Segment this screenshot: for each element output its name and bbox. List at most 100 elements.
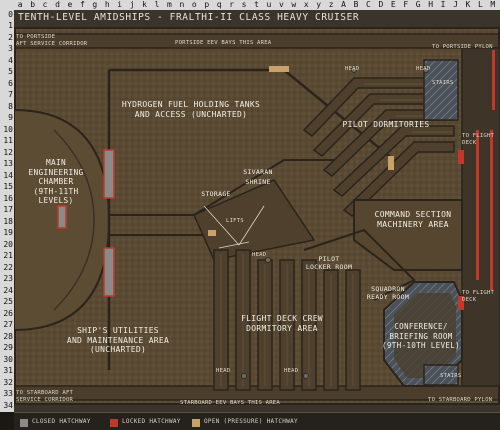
grid-row-label: 27 bbox=[3, 320, 13, 330]
grid-row-label: 3 bbox=[8, 44, 13, 54]
grid-column-label: b bbox=[30, 0, 36, 9]
grid-column-label: w bbox=[291, 0, 297, 9]
grid-column-label: J bbox=[453, 0, 458, 9]
grid-row-label: 7 bbox=[8, 90, 13, 100]
grid-row-label: 10 bbox=[3, 124, 13, 134]
grid-row-label: 0 bbox=[8, 10, 13, 19]
grid-column-label: L bbox=[477, 0, 483, 9]
grid-column-label: j bbox=[129, 0, 135, 9]
grid-row-label: 30 bbox=[3, 354, 13, 364]
grid-row-label: 1 bbox=[8, 21, 13, 31]
grid-column-header: abcdefghijklmnopqrstuvwxyzABCDEFGHIJKLMN… bbox=[14, 0, 500, 10]
room-ships-utilities: SHIP'S UTILITIES AND MAINTENANCE AREA (U… bbox=[66, 326, 170, 354]
grid-row-numbers: 0 1 2 3 4 5 6 7 8 9 10 11 12 13 14 15 16 17 18 19 20 21 22 23 24… bbox=[0, 10, 14, 412]
grid-row-label: 17 bbox=[3, 205, 13, 215]
grid-row-label: 8 bbox=[8, 101, 13, 111]
grid-column-label: G bbox=[415, 0, 421, 9]
label-to-flight-deck-1: TO FLIGHT DECK bbox=[462, 133, 495, 146]
grid-column-label: I bbox=[440, 0, 446, 9]
grid-column-label: n bbox=[179, 0, 185, 9]
grid-column-label: a bbox=[17, 0, 23, 9]
grid-column-label: e bbox=[67, 0, 73, 9]
grid-row-label: 26 bbox=[3, 308, 13, 318]
grid-row-label: 9 bbox=[8, 113, 13, 123]
hatch-legend: CLOSED HATCHWAY LOCKED HATCHWAY OPEN (PR… bbox=[14, 412, 500, 430]
label-head-5: HEAD bbox=[284, 368, 299, 374]
grid-row-label: 16 bbox=[3, 193, 13, 203]
grid-column-label: m bbox=[167, 0, 172, 9]
grid-column-label: c bbox=[42, 0, 48, 9]
label-stairs-1: STAIRS bbox=[432, 80, 454, 86]
grid-row-label: 11 bbox=[3, 136, 13, 146]
label-to-starboard-pylon: TO STARBOARD PYLON bbox=[428, 397, 493, 403]
room-pilot-locker: PILOT LOCKER ROOM bbox=[305, 255, 353, 271]
legend-open-swatch bbox=[192, 419, 200, 427]
label-lifts: LIFTS bbox=[226, 218, 244, 224]
grid-row-label: 34 bbox=[3, 400, 13, 410]
grid-column-label: o bbox=[191, 0, 197, 9]
grid-column-label: r bbox=[229, 0, 235, 9]
label-to-portside-pylon: TO PORTSIDE PYLON bbox=[432, 44, 493, 50]
label-stairs-2: STAIRS bbox=[440, 373, 462, 379]
legend-closed-label: CLOSED HATCHWAY bbox=[32, 418, 91, 425]
grid-row-label: 12 bbox=[3, 147, 13, 157]
grid-row-label: 23 bbox=[3, 274, 13, 284]
grid-row-label: 22 bbox=[3, 262, 13, 272]
label-to-starboard-aft: TO STARBOARD AFT SERVICE CORRIDOR bbox=[16, 390, 74, 403]
grid-column-label: t bbox=[254, 0, 259, 9]
grid-row-label: 6 bbox=[8, 78, 13, 88]
grid-row-label: 13 bbox=[3, 159, 13, 169]
grid-column-label: q bbox=[216, 0, 222, 9]
grid-column-label: k bbox=[142, 0, 147, 9]
grid-row-label: 25 bbox=[3, 297, 13, 307]
grid-row-label: 32 bbox=[3, 377, 13, 387]
grid-row-label: 2 bbox=[8, 32, 13, 42]
grid-column-label: z bbox=[328, 0, 334, 9]
label-head-2: HEAD bbox=[416, 66, 431, 72]
grid-column-label: H bbox=[428, 0, 434, 9]
grid-column-label: D bbox=[378, 0, 384, 9]
room-sivaran-shrine: SIVARAN SHRINE bbox=[243, 168, 273, 186]
room-flight-crew-dorm: FLIGHT DECK CREW DORMITORY AREA bbox=[241, 314, 323, 333]
label-to-flight-deck-2: TO FLIGHT DECK bbox=[462, 290, 495, 303]
label-portside-eev: PORTSIDE EEV BAYS THIS AREA bbox=[175, 40, 272, 46]
legend-locked-swatch bbox=[110, 419, 118, 427]
grid-column-label: h bbox=[104, 0, 110, 9]
grid-column-label: A bbox=[341, 0, 346, 9]
room-conference: CONFERENCE/ BRIEFING ROOM (9TH-10TH LEVE… bbox=[382, 322, 460, 350]
grid-column-label: B bbox=[353, 0, 359, 9]
room-squadron-ready: SQUADRON READY ROOM bbox=[366, 285, 410, 301]
label-to-portside-aft: TO PORTSIDE AFT SERVICE CORRIDOR bbox=[16, 34, 88, 47]
legend-open-label: OPEN (PRESSURE) HATCHWAY bbox=[204, 418, 298, 425]
grid-column-label: l bbox=[154, 0, 160, 9]
grid-column-label: f bbox=[79, 0, 85, 9]
grid-column-label: d bbox=[55, 0, 60, 9]
grid-column-label: u bbox=[266, 0, 272, 9]
grid-row-label: 31 bbox=[3, 366, 13, 376]
label-head-4: HEAD bbox=[216, 368, 231, 374]
grid-column-label: p bbox=[204, 0, 210, 9]
grid-row-label: 18 bbox=[3, 216, 13, 226]
deck-map-screen: abcdefghijklmnopqrstuvwxyzABCDEFGHIJKLMN… bbox=[0, 0, 500, 430]
room-command-machinery: COMMAND SECTION MACHINERY AREA bbox=[374, 210, 452, 229]
grid-column-label: C bbox=[366, 0, 371, 9]
map-title: TENTH-LEVEL AMIDSHIPS - FRALTHI-II CLASS… bbox=[18, 12, 360, 23]
grid-row-label: 24 bbox=[3, 285, 13, 295]
grid-column-label: K bbox=[465, 0, 471, 9]
grid-column-label: x bbox=[303, 0, 309, 9]
grid-column-label: i bbox=[117, 0, 123, 9]
grid-row-label: 29 bbox=[3, 343, 13, 353]
grid-row-label: 4 bbox=[8, 55, 13, 65]
grid-column-label: s bbox=[241, 0, 247, 9]
grid-column-label: M bbox=[490, 0, 496, 9]
grid-column-label: g bbox=[92, 0, 98, 9]
grid-row-label: 21 bbox=[3, 251, 13, 261]
room-pilot-dormitories: PILOT DORMITORIES bbox=[342, 120, 430, 129]
label-head-3: HEAD bbox=[252, 252, 267, 258]
grid-column-label: F bbox=[403, 0, 409, 9]
grid-corner bbox=[0, 0, 14, 10]
room-hydrogen-tanks: HYDROGEN FUEL HOLDING TANKS AND ACCESS (… bbox=[121, 100, 261, 119]
grid-row-label: 20 bbox=[3, 239, 13, 249]
grid-row-label: 19 bbox=[3, 228, 13, 238]
legend-locked-label: LOCKED HATCHWAY bbox=[122, 418, 181, 425]
